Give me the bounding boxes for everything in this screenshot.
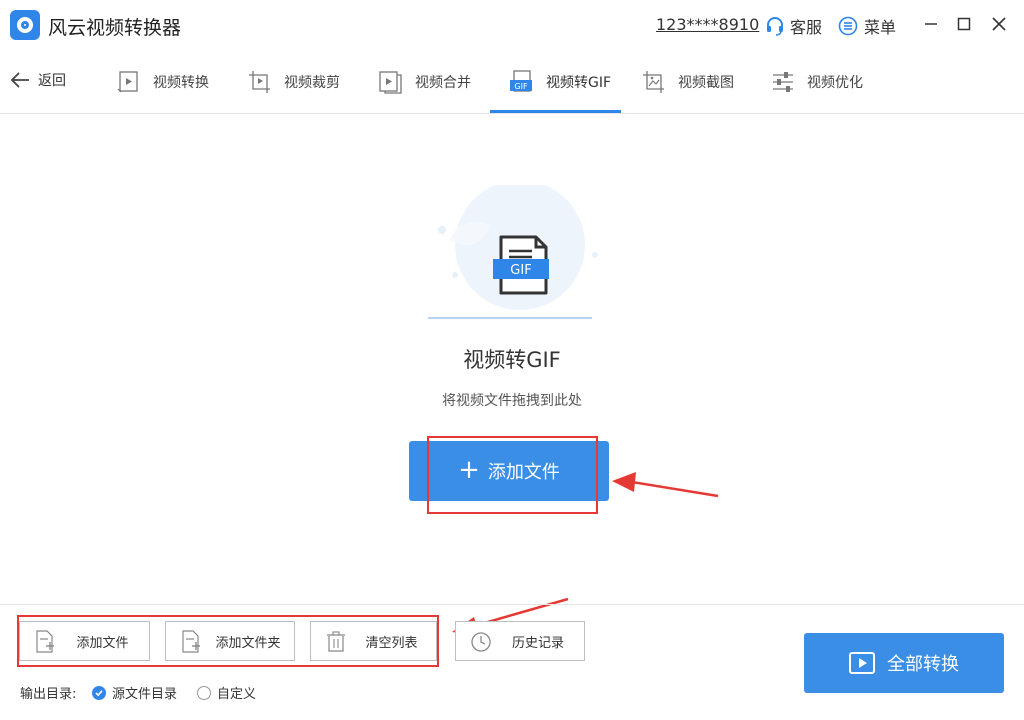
maximize-button[interactable]	[954, 14, 974, 34]
button-label: 添加文件夹	[215, 635, 281, 651]
tab-label: 视频截图	[678, 75, 734, 91]
convert-all-label: 全部转换	[887, 654, 959, 675]
app-title: 风云视频转换器	[48, 17, 182, 39]
tab-screenshot[interactable]: 视频截图	[642, 50, 734, 114]
tab-video-merge[interactable]: 视频合并	[379, 50, 471, 114]
tab-video-convert[interactable]: 视频转换	[117, 50, 209, 114]
convert-all-button[interactable]: 全部转换	[804, 633, 1004, 693]
video-to-gif-icon: GIF	[510, 70, 532, 92]
annotation-arrow	[612, 472, 719, 498]
close-button[interactable]	[989, 14, 1009, 34]
add-file-small-button[interactable]: 添加文件	[19, 621, 150, 661]
tab-label: 视频合并	[415, 75, 471, 91]
back-button[interactable]: 返回	[10, 70, 66, 90]
radio-unchecked-icon	[197, 685, 211, 700]
minimize-button[interactable]	[921, 14, 941, 34]
trash-icon	[327, 631, 345, 652]
tab-label: 视频转GIF	[546, 75, 612, 91]
title-bar: 风云视频转换器 123****8910 客服 菜单	[0, 0, 1024, 50]
radio-label: 自定义	[217, 687, 257, 702]
drop-area-title: 视频转GIF	[463, 348, 561, 372]
video-convert-icon	[117, 71, 138, 93]
bottom-divider	[0, 604, 1024, 605]
video-crop-icon	[249, 71, 270, 93]
tab-label: 视频转换	[153, 75, 209, 91]
optimize-icon	[773, 72, 793, 92]
button-label: 添加文件	[76, 635, 129, 651]
radio-checked-icon	[92, 685, 106, 700]
gif-file-illustration: GIF	[428, 185, 598, 319]
screenshot-icon	[643, 71, 664, 93]
add-folder-icon	[182, 630, 200, 653]
tab-label: 视频裁剪	[284, 75, 340, 91]
svg-text:GIF: GIF	[514, 82, 528, 91]
history-button[interactable]: 历史记录	[455, 621, 585, 661]
button-label: 清空列表	[365, 635, 418, 651]
tab-optimize[interactable]: 视频优化	[771, 50, 863, 114]
button-label: 历史记录	[511, 635, 564, 651]
clear-list-button[interactable]: 清空列表	[310, 621, 437, 661]
maximize-icon	[957, 17, 971, 31]
play-icon	[849, 652, 875, 674]
app-logo-icon	[10, 10, 40, 40]
gif-file-icon: GIF	[493, 235, 549, 295]
tab-label: 视频优化	[807, 75, 863, 91]
tab-video-crop[interactable]: 视频裁剪	[248, 50, 340, 114]
gif-badge-text: GIF	[510, 263, 531, 278]
video-merge-icon	[379, 71, 402, 94]
add-file-icon	[36, 630, 54, 653]
app-window: 风云视频转换器 123****8910 客服 菜单 返回 视频转换 视频裁剪 视…	[0, 0, 1024, 720]
menu-button[interactable]: 菜单	[838, 14, 896, 38]
close-icon	[992, 17, 1006, 31]
menu-label: 菜单	[864, 18, 897, 37]
arrow-left-icon	[10, 72, 29, 88]
tab-video-to-gif[interactable]: GIF 视频转GIF	[510, 50, 611, 114]
headset-icon	[767, 17, 783, 36]
list-menu-icon	[838, 16, 858, 36]
output-dir-label: 输出目录:	[20, 687, 77, 702]
radio-label: 源文件目录	[112, 687, 178, 702]
user-account-link[interactable]: 123****8910	[656, 15, 759, 34]
history-icon	[471, 632, 491, 652]
customer-service-button[interactable]: 客服	[764, 14, 822, 38]
output-custom-dir-radio[interactable]: 自定义	[197, 683, 256, 702]
output-source-dir-radio[interactable]: 源文件目录	[92, 683, 177, 702]
feature-nav-bar: 返回 视频转换 视频裁剪 视频合并 GIF 视频转GIF 视频截图 视频优化	[0, 50, 1024, 114]
customer-service-label: 客服	[790, 18, 823, 37]
drop-area-hint: 将视频文件拖拽到此处	[442, 393, 582, 409]
annotation-box	[427, 436, 598, 514]
back-label: 返回	[38, 73, 66, 89]
active-tab-indicator	[490, 110, 621, 113]
add-folder-button[interactable]: 添加文件夹	[165, 621, 295, 661]
minimize-icon	[925, 23, 937, 25]
